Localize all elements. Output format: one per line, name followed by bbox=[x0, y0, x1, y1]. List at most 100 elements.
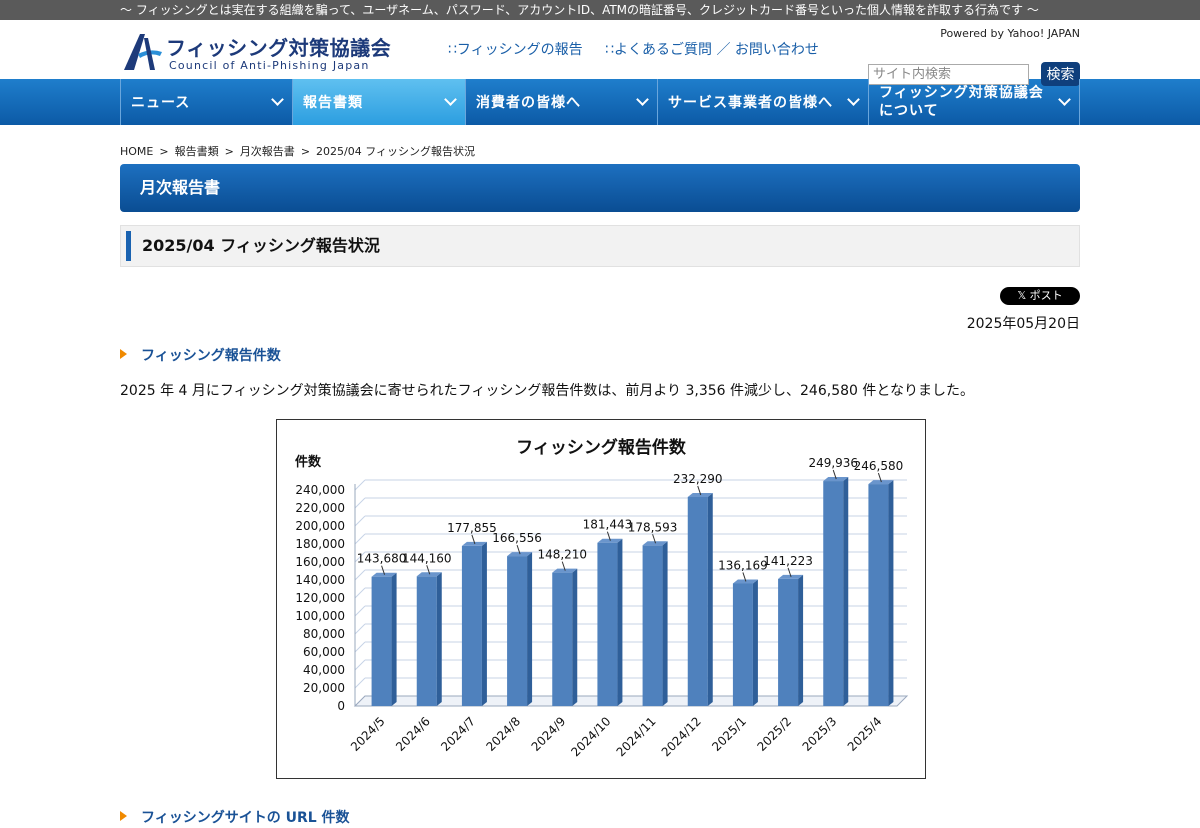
site-logo[interactable]: フィッシング対策協議会 Council of Anti-Phishing Jap… bbox=[120, 30, 391, 76]
nav-item-about[interactable]: フィッシング対策協議会 について bbox=[869, 79, 1080, 125]
bar-2024/5 bbox=[371, 572, 397, 706]
chevron-down-icon bbox=[271, 93, 284, 106]
bar-side bbox=[888, 480, 894, 706]
subhead-url-count: フィッシングサイトの URL 件数 bbox=[120, 807, 350, 827]
y-tick-label: 160,000 bbox=[295, 555, 345, 569]
nav-item-label: ニュース bbox=[131, 95, 191, 111]
bar-front bbox=[823, 481, 844, 706]
y-tick-label: 100,000 bbox=[295, 609, 345, 623]
chevron-down-icon bbox=[444, 93, 457, 106]
section-banner: 月次報告書 bbox=[120, 164, 1080, 212]
chevron-down-icon bbox=[847, 93, 860, 106]
title-accent-bar bbox=[126, 231, 131, 261]
subhead-text: フィッシング報告件数 bbox=[141, 348, 281, 364]
bar-2024/9 bbox=[552, 568, 578, 706]
bar-front bbox=[416, 576, 437, 706]
bar-side bbox=[527, 552, 533, 706]
y-tick-label: 20,000 bbox=[303, 681, 345, 695]
triangle-bullet-icon bbox=[120, 349, 127, 359]
y-tick-label: 120,000 bbox=[295, 591, 345, 605]
bar-value-label: 136,169 bbox=[718, 558, 768, 572]
bar-value-label: 246,580 bbox=[854, 459, 904, 473]
faq-contact-link[interactable]: ∷よくあるご質問 ／ お問い合わせ bbox=[605, 42, 819, 58]
page-title: 2025/04 フィッシング報告状況 bbox=[120, 225, 1080, 267]
main-nav: ニュース 報告書類 消費者の皆様へ サービス事業者の皆様へ フィッシング対策協議… bbox=[0, 79, 1200, 125]
breadcrumb-separator: > bbox=[224, 145, 234, 158]
bar-value-label: 143,680 bbox=[357, 552, 407, 566]
x-post-button[interactable]: 𝕏 ポスト bbox=[1000, 287, 1080, 305]
bar-value-label: 148,210 bbox=[537, 548, 587, 562]
chevron-down-icon bbox=[1058, 93, 1071, 106]
bar-side bbox=[752, 579, 758, 706]
nav-item-reports[interactable]: 報告書類 bbox=[293, 79, 466, 125]
bar-2024/11 bbox=[642, 541, 668, 706]
bar-front bbox=[642, 545, 663, 706]
breadcrumb: HOME > 報告書類 > 月次報告書 >2025/04 フィッシング報告状況 bbox=[120, 143, 475, 159]
nav-item-news[interactable]: ニュース bbox=[121, 79, 293, 125]
bar-side bbox=[572, 568, 578, 706]
y-tick-label: 240,000 bbox=[295, 483, 345, 497]
logo-mark-icon bbox=[124, 34, 162, 70]
x-tick-label: 2024/5 bbox=[348, 714, 388, 754]
x-tick-label: 2025/4 bbox=[845, 714, 885, 754]
report-phishing-link[interactable]: ∷フィッシングの報告 bbox=[448, 42, 583, 58]
bar-side bbox=[436, 572, 442, 706]
bar-value-label: 141,223 bbox=[763, 554, 813, 568]
bar-2024/10 bbox=[597, 538, 623, 706]
powered-by-text: Powered by Yahoo! JAPAN bbox=[940, 27, 1080, 40]
breadcrumb-monthly[interactable]: 月次報告書 bbox=[240, 145, 295, 158]
grid-line-side bbox=[354, 533, 366, 545]
x-tick-label: 2024/7 bbox=[438, 714, 478, 754]
bar-2025/3 bbox=[823, 477, 849, 706]
nav-item-service-providers[interactable]: サービス事業者の皆様へ bbox=[658, 79, 869, 125]
chart-svg: 0 20,000 40,000 60,000 80,000 100,000 120,000 1… bbox=[295, 437, 909, 759]
page-title-text: 2025/04 フィッシング報告状況 bbox=[142, 236, 380, 255]
chart-title: フィッシング報告件数 bbox=[516, 437, 687, 458]
bar-side bbox=[662, 541, 668, 706]
bar-value-label: 249,936 bbox=[808, 456, 858, 470]
bar-side bbox=[617, 538, 623, 706]
nav-item-label: 報告書類 bbox=[303, 95, 363, 111]
bar-value-label: 232,290 bbox=[673, 472, 723, 486]
nav-item-label-line2: について bbox=[879, 103, 939, 119]
bar-front bbox=[778, 578, 799, 706]
y-tick-label: 220,000 bbox=[295, 501, 345, 515]
x-tick-label: 2025/2 bbox=[754, 714, 794, 754]
x-tick-label: 2025/1 bbox=[709, 714, 749, 754]
bar-front bbox=[597, 542, 618, 706]
grid-line-side bbox=[354, 569, 366, 581]
bar-2024/12 bbox=[687, 492, 713, 706]
bar-front bbox=[507, 556, 528, 706]
nav-item-label-line1: フィッシング対策協議会 bbox=[879, 85, 1044, 101]
nav-item-consumers[interactable]: 消費者の皆様へ bbox=[466, 79, 658, 125]
y-tick-label: 200,000 bbox=[295, 519, 345, 533]
y-tick-label: 140,000 bbox=[295, 573, 345, 587]
bar-side bbox=[798, 574, 804, 706]
logo-japanese-text: フィッシング対策協議会 bbox=[166, 36, 392, 60]
bar-value-label: 177,855 bbox=[447, 521, 497, 535]
summary-paragraph: 2025 年 4 月にフィッシング対策協議会に寄せられたフィッシング報告件数は、… bbox=[120, 383, 974, 399]
header-links: ∷フィッシングの報告 ∷よくあるご質問 ／ お問い合わせ bbox=[448, 39, 837, 59]
bar-2025/2 bbox=[778, 574, 804, 706]
bar-side bbox=[843, 477, 849, 706]
logo-english-text: Council of Anti-Phishing Japan bbox=[169, 59, 370, 72]
y-tick-label: 180,000 bbox=[295, 537, 345, 551]
y-tick-label: 80,000 bbox=[303, 627, 345, 641]
site-header: フィッシング対策協議会 Council of Anti-Phishing Jap… bbox=[0, 20, 1200, 86]
bar-2024/7 bbox=[461, 541, 487, 706]
breadcrumb-home[interactable]: HOME bbox=[120, 145, 153, 158]
x-tick-label: 2024/12 bbox=[659, 714, 704, 759]
grid-line-side bbox=[354, 587, 366, 599]
subhead-report-count: フィッシング報告件数 bbox=[120, 345, 281, 365]
bar-side bbox=[481, 541, 487, 706]
y-tick-label: 60,000 bbox=[303, 645, 345, 659]
bar-front bbox=[371, 576, 392, 706]
bar-2025/1 bbox=[732, 579, 758, 706]
breadcrumb-current: 2025/04 フィッシング報告状況 bbox=[316, 145, 476, 158]
grid-line-side bbox=[354, 677, 366, 689]
grid-line-side bbox=[354, 497, 366, 509]
y-tick-label: 0 bbox=[337, 699, 345, 713]
bar-front bbox=[461, 545, 482, 706]
x-tick-label: 2024/9 bbox=[529, 714, 569, 754]
breadcrumb-reports[interactable]: 報告書類 bbox=[175, 145, 219, 158]
